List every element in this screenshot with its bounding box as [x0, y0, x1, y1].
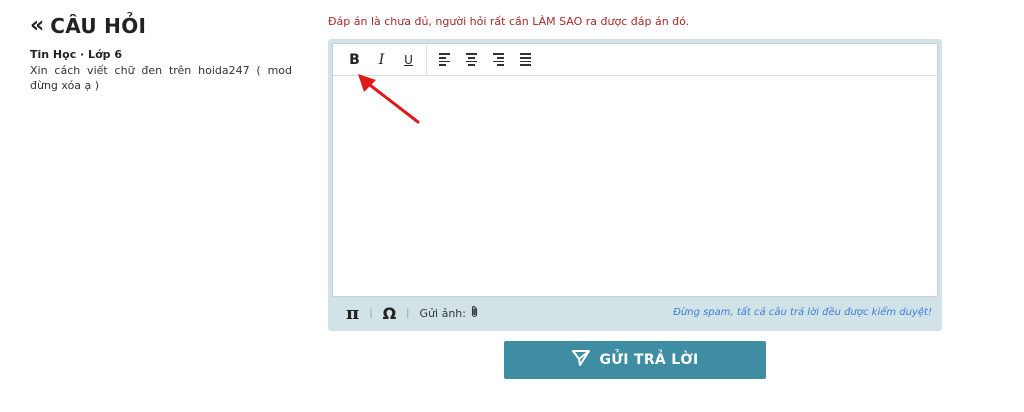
- editor-toolbar: B I U: [333, 44, 937, 76]
- send-image-button[interactable]: Gửi ảnh:: [420, 305, 479, 322]
- underline-button[interactable]: U: [395, 48, 422, 72]
- italic-button[interactable]: I: [368, 48, 395, 72]
- question-text: Xin cách viết chữ đen trên hoida247 ( mo…: [30, 64, 292, 92]
- bold-button[interactable]: B: [341, 48, 368, 72]
- bottom-divider: |: [406, 307, 410, 319]
- editor-content-area[interactable]: B I U: [332, 43, 938, 297]
- editor-text[interactable]: [333, 76, 937, 92]
- align-left-icon: [439, 53, 450, 66]
- pi-icon[interactable]: π: [346, 303, 359, 324]
- submit-answer-button[interactable]: GỬI TRẢ LỜI: [504, 341, 766, 379]
- back-heading[interactable]: « CÂU HỎI: [30, 14, 292, 38]
- align-right-button[interactable]: [485, 48, 512, 72]
- page-title: CÂU HỎI: [50, 14, 147, 38]
- double-chevron-left-icon[interactable]: «: [30, 15, 44, 37]
- align-center-icon: [466, 53, 477, 66]
- answer-guidance-note: Đáp án là chưa đủ, người hỏi rất cần LÀM…: [328, 15, 690, 28]
- send-icon: [571, 350, 590, 370]
- spam-warning: Đừng spam, tất cả câu trả lời đều được k…: [673, 307, 932, 318]
- align-justify-button[interactable]: [512, 48, 539, 72]
- answer-editor: B I U π | Ω | Gửi ảnh: Đừng spam, tất cả…: [328, 39, 942, 331]
- send-image-label: Gửi ảnh:: [419, 306, 466, 320]
- question-subject: Tin Học · Lớp 6: [30, 48, 122, 61]
- paperclip-icon: [470, 305, 479, 322]
- question-panel: « CÂU HỎI Tin Học · Lớp 6 Xin cách viết …: [30, 14, 292, 93]
- align-justify-icon: [520, 53, 531, 66]
- align-right-icon: [493, 53, 504, 66]
- editor-bottom-bar: π | Ω | Gửi ảnh: Đừng spam, tất cả câu t…: [332, 299, 938, 327]
- align-left-button[interactable]: [431, 48, 458, 72]
- omega-icon[interactable]: Ω: [383, 304, 397, 323]
- submit-label: GỬI TRẢ LỜI: [599, 352, 699, 368]
- toolbar-divider: [426, 44, 427, 75]
- align-center-button[interactable]: [458, 48, 485, 72]
- bottom-divider: |: [369, 307, 373, 319]
